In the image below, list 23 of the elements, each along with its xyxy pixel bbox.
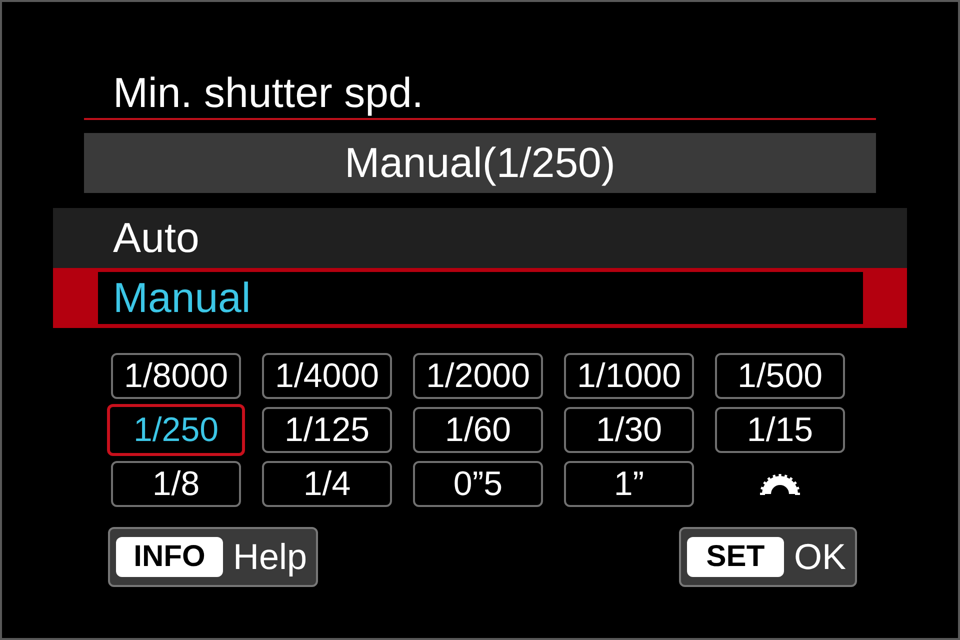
shutter-speed-option[interactable]: 1/30 [564, 407, 694, 453]
shutter-speed-option[interactable]: 1/250 [107, 404, 245, 456]
menu-option[interactable]: Manual [98, 272, 863, 324]
shutter-speed-option[interactable]: 1/125 [262, 407, 392, 453]
menu-option[interactable]: Auto [53, 208, 907, 268]
dial-icon[interactable] [758, 473, 802, 495]
shutter-speed-option[interactable]: 1/8000 [111, 353, 241, 399]
shutter-speed-option[interactable]: 1/1000 [564, 353, 694, 399]
shutter-speed-option[interactable]: 1/15 [715, 407, 845, 453]
shutter-speed-option[interactable]: 1/500 [715, 353, 845, 399]
shutter-speed-option[interactable]: 1/2000 [413, 353, 543, 399]
screen-title: Min. shutter spd. [112, 68, 424, 118]
shutter-speed-option[interactable]: 1/60 [413, 407, 543, 453]
ok-button[interactable]: SET OK [678, 527, 857, 587]
key-badge: SET [686, 537, 784, 577]
help-button[interactable]: INFO Help [108, 527, 318, 587]
key-badge: INFO [116, 537, 223, 577]
shutter-speed-option[interactable]: 1/8 [111, 461, 241, 507]
shutter-speed-option[interactable]: 1/4000 [262, 353, 392, 399]
shutter-speed-option[interactable]: 0”5 [413, 461, 543, 507]
current-setting-bar: Manual(1/250) [84, 133, 876, 193]
shutter-speed-option[interactable]: 1/4 [262, 461, 392, 507]
shutter-speed-option[interactable]: 1” [564, 461, 694, 507]
